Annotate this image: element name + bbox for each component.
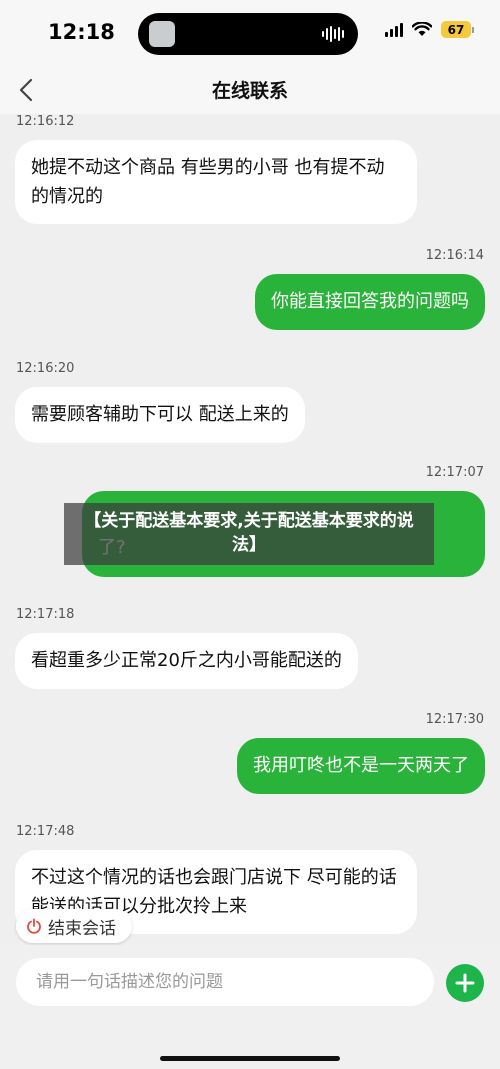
status-bar: 12:18 67 [0,0,500,66]
message-input[interactable] [16,958,434,1006]
message-bubble-incoming[interactable]: 看超重多少正常20斤之内小哥能配送的 [15,633,358,689]
message-timestamp: 12:17:18 [16,607,75,622]
add-button[interactable] [446,964,484,1002]
power-icon [27,918,41,934]
end-chat-label: 结束会话 [48,918,116,939]
message-timestamp: 12:17:30 [425,712,484,727]
message-timestamp: 12:16:12 [16,114,75,129]
media-thumbnail [149,21,175,47]
message-timestamp: 12:17:48 [16,824,75,839]
message-bubble-incoming[interactable]: 需要顾客辅助下可以 配送上来的 [15,387,305,443]
watermark-overlay: 【关于配送基本要求,关于配送基本要求的说法】 [64,503,434,565]
battery-level: 67 [441,21,471,38]
nav-bar: 在线联系 [0,66,500,114]
message-bubble-outgoing[interactable]: 我用叮咚也不是一天两天了 [237,738,485,794]
message-timestamp: 12:16:14 [425,248,484,263]
input-area [0,945,500,1069]
battery-icon: 67 [441,21,474,38]
page-title: 在线联系 [211,80,288,102]
message-bubble-outgoing[interactable]: 你能直接回答我的问题吗 [255,274,485,330]
message-timestamp: 12:17:07 [425,465,484,480]
message-timestamp: 12:16:20 [16,361,75,376]
cellular-signal-icon [385,22,403,37]
end-chat-button[interactable]: 结束会话 [16,909,132,943]
home-indicator[interactable] [160,1056,340,1061]
wifi-icon [412,22,432,36]
audio-wave-icon [322,25,344,43]
dynamic-island[interactable] [138,13,358,55]
message-bubble-incoming[interactable]: 她提不动这个商品 有些男的小哥 也有提不动的情况的 [15,140,417,224]
plus-icon [455,973,475,993]
status-icons: 67 [385,21,474,38]
status-time: 12:18 [48,20,115,44]
